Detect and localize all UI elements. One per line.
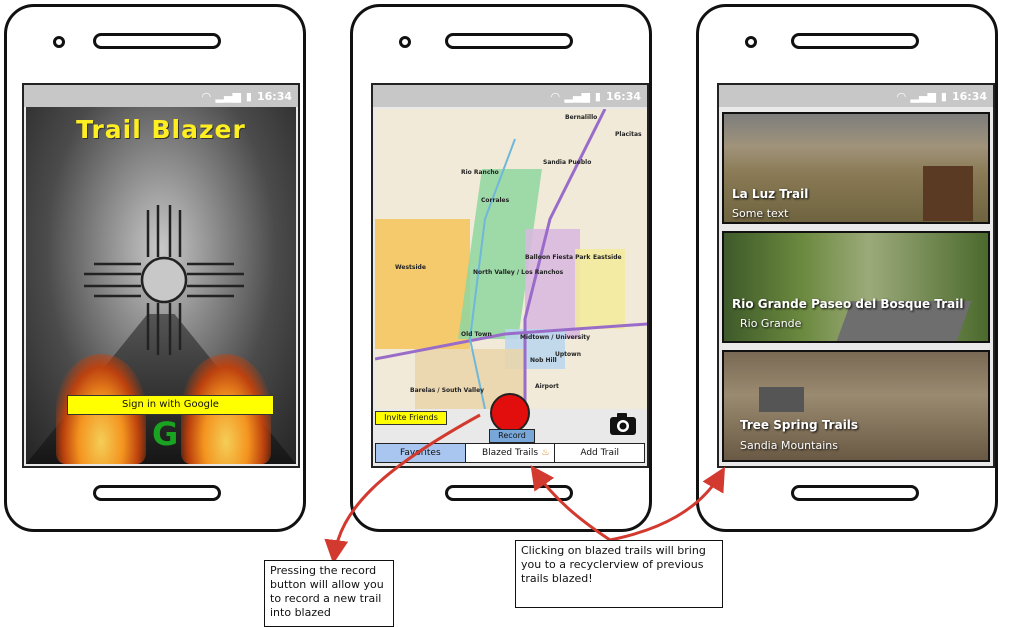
annotation-arrows — [324, 413, 726, 564]
annotation-note-record: Pressing the record button will allow yo… — [264, 560, 394, 627]
annotation-note-blazed: Clicking on blazed trails will bring you… — [515, 540, 723, 608]
